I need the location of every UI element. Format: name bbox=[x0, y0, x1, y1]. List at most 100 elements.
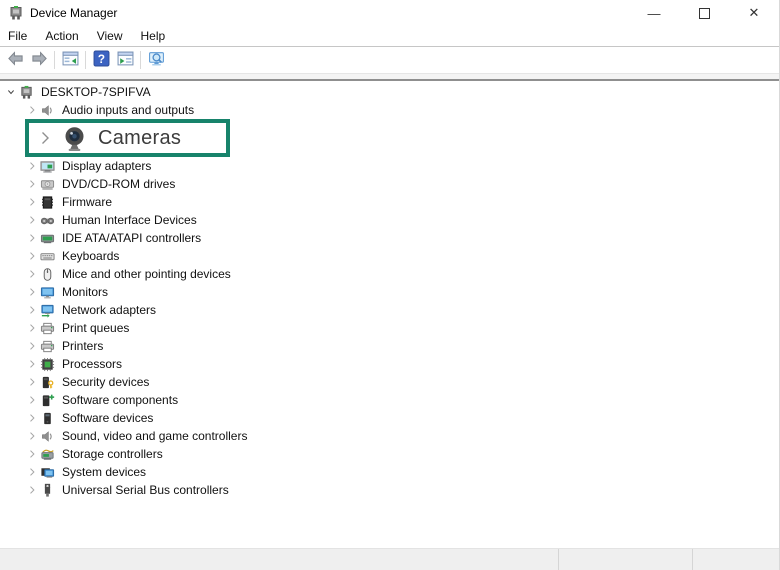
menu-bar: FileActionViewHelp bbox=[0, 26, 779, 47]
tree-item-dvd-cd-rom-drives[interactable]: DVD/CD-ROM drives bbox=[0, 175, 779, 193]
speaker-icon bbox=[40, 102, 58, 118]
tree-item-label: Software devices bbox=[62, 411, 153, 425]
tree-item-network-adapters[interactable]: Network adapters bbox=[0, 301, 779, 319]
tree-item-label: Storage controllers bbox=[62, 447, 163, 461]
chevron-right-icon[interactable] bbox=[24, 194, 40, 210]
tree-item-sound-video-and-game-controllers[interactable]: Sound, video and game controllers bbox=[0, 427, 779, 445]
chevron-right-icon[interactable] bbox=[24, 320, 40, 336]
tree-item-label: Keyboards bbox=[62, 249, 119, 263]
tree-item-label: Universal Serial Bus controllers bbox=[62, 483, 229, 497]
tree-item-label: System devices bbox=[62, 465, 146, 479]
webcam-icon bbox=[61, 125, 88, 152]
tree-item-label: Human Interface Devices bbox=[62, 213, 197, 227]
toolbar: ? bbox=[0, 47, 779, 73]
chevron-right-icon[interactable] bbox=[24, 464, 40, 480]
status-bar-separator bbox=[558, 549, 559, 570]
maximize-button[interactable] bbox=[679, 0, 729, 26]
chevron-right-icon[interactable] bbox=[24, 356, 40, 372]
properties-icon bbox=[117, 50, 134, 70]
tree-item-print-queues[interactable]: Print queues bbox=[0, 319, 779, 337]
tree-item-keyboards[interactable]: Keyboards bbox=[0, 247, 779, 265]
tree-item-printers[interactable]: Printers bbox=[0, 337, 779, 355]
tree-item-ide-ata-atapi-controllers[interactable]: IDE ATA/ATAPI controllers bbox=[0, 229, 779, 247]
chevron-right-icon[interactable] bbox=[24, 248, 40, 264]
chevron-right-icon[interactable] bbox=[24, 446, 40, 462]
software-component-icon bbox=[40, 392, 58, 408]
hid-icon bbox=[40, 212, 58, 228]
titlebar: Device Manager — ✕ bbox=[0, 0, 779, 26]
chevron-right-icon[interactable] bbox=[24, 302, 40, 318]
minimize-button[interactable]: — bbox=[629, 0, 679, 26]
toolbar-separator bbox=[54, 51, 55, 69]
scan-hardware-icon bbox=[148, 50, 165, 70]
software-device-icon bbox=[40, 410, 58, 426]
mouse-icon bbox=[40, 266, 58, 282]
tree-item-monitors[interactable]: Monitors bbox=[0, 283, 779, 301]
back-button[interactable] bbox=[3, 48, 27, 72]
computer-device-icon bbox=[19, 84, 37, 100]
help-icon: ? bbox=[93, 50, 110, 70]
device-manager-icon bbox=[8, 5, 24, 21]
ide-controller-icon bbox=[40, 230, 58, 246]
chevron-down-icon[interactable] bbox=[3, 84, 19, 100]
tree-item-software-components[interactable]: Software components bbox=[0, 391, 779, 409]
tree-item-label: Mice and other pointing devices bbox=[62, 267, 231, 281]
chevron-right-icon[interactable] bbox=[24, 266, 40, 282]
chevron-right-icon[interactable] bbox=[24, 102, 40, 118]
tree-item-system-devices[interactable]: System devices bbox=[0, 463, 779, 481]
scan-hardware-changes-button[interactable] bbox=[144, 48, 168, 72]
tree-item-mice-and-other-pointing-devices[interactable]: Mice and other pointing devices bbox=[0, 265, 779, 283]
chevron-right-icon[interactable] bbox=[24, 338, 40, 354]
chevron-right-icon[interactable] bbox=[24, 230, 40, 246]
tree-item-audio-inputs-and-outputs[interactable]: Audio inputs and outputs bbox=[0, 101, 779, 119]
properties-button[interactable] bbox=[113, 48, 137, 72]
processor-icon bbox=[40, 356, 58, 372]
toolbar-separator bbox=[85, 51, 86, 69]
tree-item-label: Display adapters bbox=[62, 159, 151, 173]
tree-item-processors[interactable]: Processors bbox=[0, 355, 779, 373]
chevron-right-big-icon[interactable] bbox=[37, 129, 55, 147]
tree-item-desktop-7spifva[interactable]: DESKTOP-7SPIFVA bbox=[0, 83, 779, 101]
window-title: Device Manager bbox=[30, 6, 117, 20]
svg-text:?: ? bbox=[97, 53, 104, 66]
help-button[interactable]: ? bbox=[89, 48, 113, 72]
status-bar-separator bbox=[692, 549, 693, 570]
chevron-right-icon[interactable] bbox=[24, 410, 40, 426]
close-button[interactable]: ✕ bbox=[729, 0, 779, 26]
tree-item-storage-controllers[interactable]: Storage controllers bbox=[0, 445, 779, 463]
menu-action[interactable]: Action bbox=[36, 27, 87, 45]
menu-help[interactable]: Help bbox=[132, 27, 175, 45]
tree-item-display-adapters[interactable]: Display adapters bbox=[0, 157, 779, 175]
tree-item-firmware[interactable]: Firmware bbox=[0, 193, 779, 211]
chevron-right-icon[interactable] bbox=[24, 176, 40, 192]
tree-item-human-interface-devices[interactable]: Human Interface Devices bbox=[0, 211, 779, 229]
arrow-right-icon bbox=[31, 50, 48, 70]
show-console-tree-button[interactable] bbox=[58, 48, 82, 72]
tree-item-universal-serial-bus-controllers[interactable]: Universal Serial Bus controllers bbox=[0, 481, 779, 499]
tree-item-cameras-highlighted[interactable]: Cameras bbox=[25, 119, 230, 157]
tree-item-software-devices[interactable]: Software devices bbox=[0, 409, 779, 427]
chevron-right-icon[interactable] bbox=[24, 158, 40, 174]
tree-item-security-devices[interactable]: Security devices bbox=[0, 373, 779, 391]
chevron-right-icon[interactable] bbox=[24, 482, 40, 498]
chevron-right-icon[interactable] bbox=[24, 428, 40, 444]
toolbar-separator bbox=[140, 51, 141, 69]
menu-file[interactable]: File bbox=[0, 27, 36, 45]
network-adapter-icon bbox=[40, 302, 58, 318]
forward-button[interactable] bbox=[27, 48, 51, 72]
tree-item-label: Audio inputs and outputs bbox=[62, 103, 194, 117]
menu-view[interactable]: View bbox=[88, 27, 132, 45]
monitor-icon bbox=[40, 284, 58, 300]
chevron-right-icon[interactable] bbox=[24, 284, 40, 300]
arrow-left-icon bbox=[7, 50, 24, 70]
printer-icon bbox=[40, 338, 58, 354]
keyboard-icon bbox=[40, 248, 58, 264]
chevron-right-icon[interactable] bbox=[24, 392, 40, 408]
storage-controller-icon bbox=[40, 446, 58, 462]
tree-item-label: Network adapters bbox=[62, 303, 156, 317]
chevron-right-icon[interactable] bbox=[24, 212, 40, 228]
chevron-right-icon[interactable] bbox=[24, 374, 40, 390]
tree-item-label: DESKTOP-7SPIFVA bbox=[41, 85, 151, 99]
tree-item-label: Processors bbox=[62, 357, 122, 371]
system-device-icon bbox=[40, 464, 58, 480]
